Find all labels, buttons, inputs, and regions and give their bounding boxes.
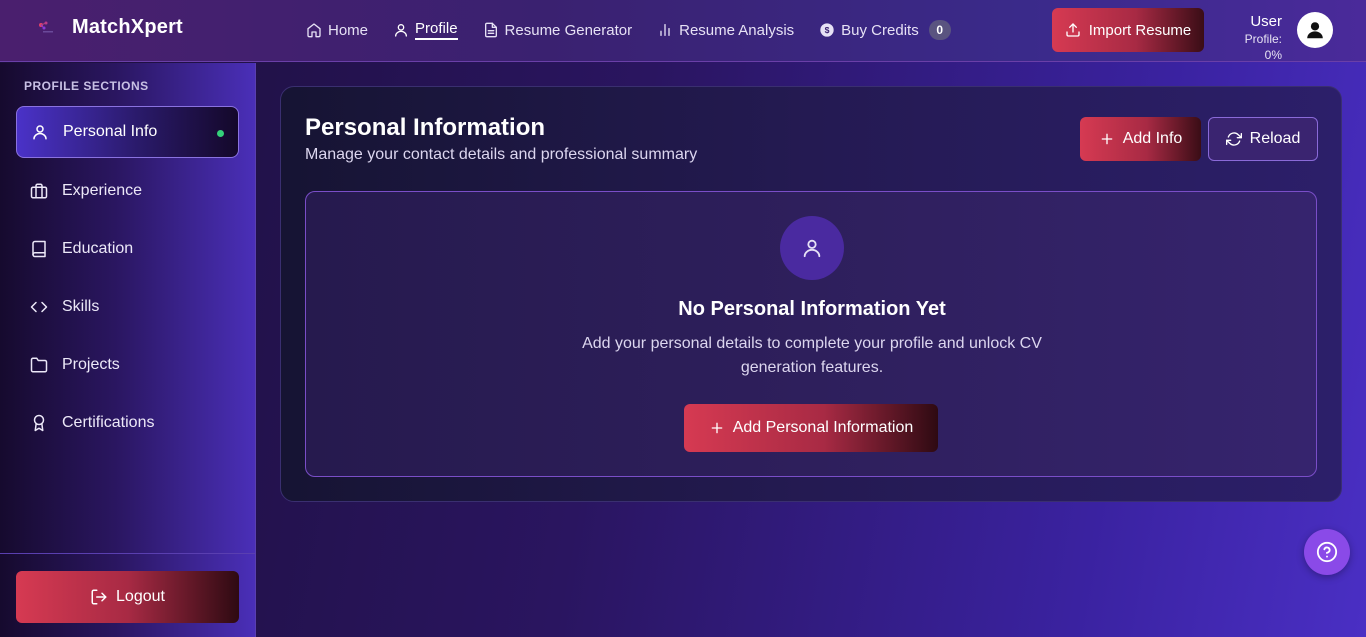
nav-item-resume-analysis[interactable]: Resume Analysis	[657, 18, 794, 42]
dollar-icon: $	[820, 23, 834, 37]
import-resume-button[interactable]: Import Resume	[1052, 8, 1204, 52]
brand-name: MatchXpert	[72, 15, 183, 38]
bar-chart-icon	[660, 24, 670, 36]
user-icon	[395, 24, 408, 37]
nav-item-profile[interactable]: Profile	[393, 18, 458, 42]
sidebar-item-label: Skills	[62, 298, 100, 315]
refresh-icon	[1225, 132, 1242, 146]
logout-button[interactable]: Logout	[16, 571, 239, 623]
folder-icon	[30, 357, 48, 373]
logout-label: Logout	[116, 588, 165, 605]
book-icon	[32, 240, 46, 258]
sidebar-item-personal-info[interactable]: Personal Info	[16, 106, 239, 158]
help-circle-icon	[1316, 541, 1338, 563]
sidebar-item-projects[interactable]: Projects	[16, 339, 239, 391]
sidebar-item-education[interactable]: Education	[16, 223, 239, 275]
add-personal-information-label: Add Personal Information	[732, 419, 914, 436]
briefcase-icon	[30, 183, 48, 199]
avatar[interactable]	[1297, 12, 1333, 48]
award-icon	[33, 414, 45, 432]
nav-label: Home	[328, 21, 369, 39]
active-indicator-dot	[217, 130, 224, 137]
home-icon	[307, 23, 321, 38]
plus-icon	[711, 422, 723, 434]
credits-badge: 0	[928, 20, 951, 40]
reload-label: Reload	[1249, 130, 1301, 147]
brand[interactable]: MatchXpert	[32, 14, 183, 40]
sidebar-title: PROFILE SECTIONS	[24, 79, 149, 93]
nav-item-home[interactable]: Home	[306, 18, 368, 42]
user-icon	[33, 125, 47, 140]
upload-icon	[1066, 23, 1080, 37]
sidebar-item-label: Education	[62, 240, 134, 257]
empty-state: No Personal Information Yet Add your per…	[305, 191, 1317, 477]
sidebar-item-skills[interactable]: Skills	[16, 281, 239, 333]
logout-icon	[91, 589, 107, 605]
personal-info-card: Personal Information Manage your contact…	[280, 86, 1342, 502]
sidebar-item-label: Experience	[62, 182, 143, 199]
svg-text:$: $	[825, 25, 830, 35]
add-info-button[interactable]: Add Info	[1080, 117, 1201, 161]
page-subtitle: Manage your contact details and professi…	[305, 146, 698, 163]
sidebar-item-label: Certifications	[62, 414, 155, 431]
add-info-label: Add Info	[1122, 130, 1183, 147]
profile-progress: Profile: 0%	[1244, 32, 1282, 62]
code-icon	[30, 301, 48, 313]
empty-state-user-icon	[780, 216, 844, 280]
sidebar-divider	[0, 553, 255, 554]
reload-button[interactable]: Reload	[1208, 117, 1318, 161]
sidebar-item-label: Projects	[62, 356, 120, 373]
import-resume-label: Import Resume	[1088, 21, 1192, 39]
plus-icon	[1101, 133, 1113, 145]
top-header: MatchXpert Home Profile Resume Generator…	[0, 0, 1366, 62]
user-avatar-icon	[1307, 22, 1323, 39]
document-icon	[484, 22, 497, 38]
sidebar-item-label: Personal Info	[63, 123, 158, 140]
empty-state-description: Add your personal details to complete yo…	[582, 335, 1042, 376]
nav-label: Resume Generator	[504, 21, 633, 39]
empty-state-title: No Personal Information Yet	[678, 298, 946, 320]
sidebar-item-experience[interactable]: Experience	[16, 165, 239, 217]
add-personal-information-button[interactable]: Add Personal Information	[684, 404, 938, 452]
nav-item-buy-credits[interactable]: $ Buy Credits 0	[819, 18, 951, 42]
nav-label: Resume Analysis	[679, 21, 795, 39]
sidebar-item-certifications[interactable]: Certifications	[16, 397, 239, 449]
nav-label: Profile	[415, 20, 458, 40]
main-nav: Home Profile Resume Generator Resume Ana…	[306, 18, 976, 42]
page-title: Personal Information	[305, 114, 546, 141]
help-button[interactable]	[1304, 529, 1350, 575]
nav-item-resume-generator[interactable]: Resume Generator	[483, 18, 633, 42]
user-info: User Profile: 0%	[1224, 13, 1282, 63]
user-name: User	[1250, 13, 1282, 30]
sidebar: PROFILE SECTIONS Personal Info Experienc…	[0, 63, 256, 637]
nav-label: Buy Credits	[841, 21, 919, 39]
brand-logo-icon	[32, 14, 58, 40]
